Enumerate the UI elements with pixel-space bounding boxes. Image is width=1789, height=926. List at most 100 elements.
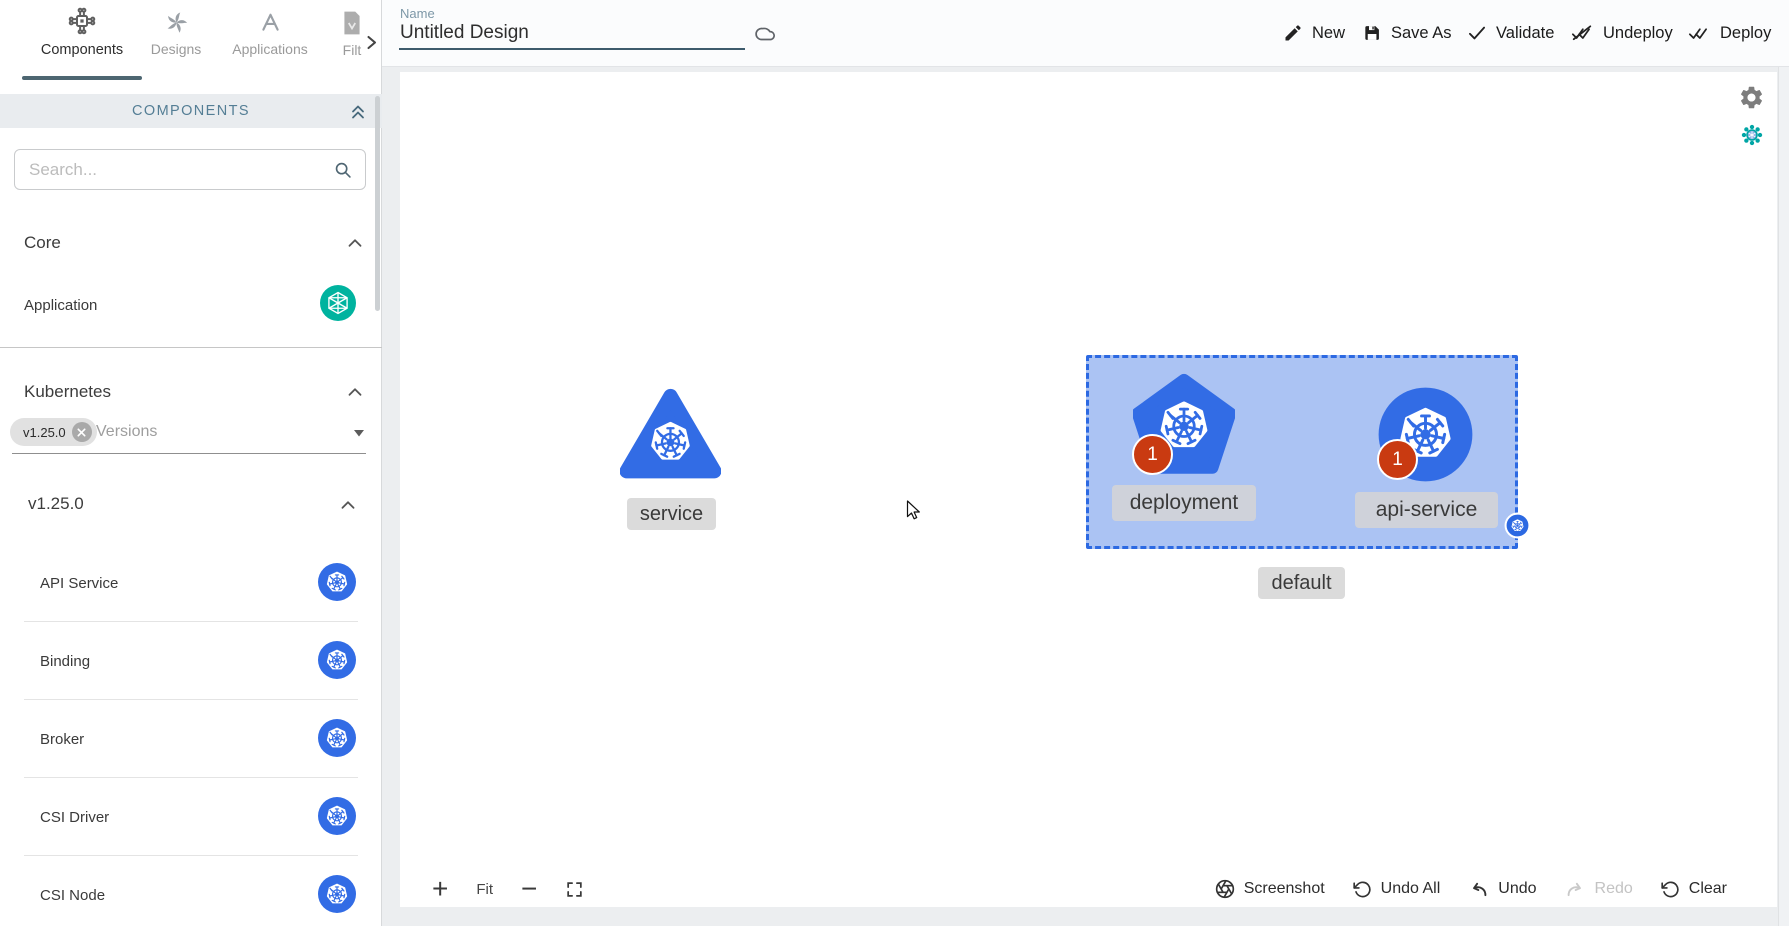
tab-components[interactable]: Components (22, 6, 142, 58)
version-chip[interactable]: v1.25.0 (10, 418, 97, 446)
clear-button[interactable]: Clear (1661, 880, 1727, 899)
screenshot-button-label: Screenshot (1244, 880, 1325, 898)
group-default-label: default (1258, 567, 1345, 599)
validate-button[interactable]: Validate (1467, 14, 1554, 52)
undo-button[interactable]: Undo (1468, 880, 1536, 899)
version-chip-label: v1.25.0 (23, 425, 66, 440)
kubernetes-context-icon[interactable] (1739, 122, 1765, 148)
tab-applications-label: Applications (232, 41, 308, 57)
list-divider (24, 777, 358, 778)
kubernetes-section-title: Kubernetes (24, 382, 111, 402)
zoom-toolbar: + Fit − (432, 872, 584, 906)
components-icon (67, 6, 97, 36)
design-name-input[interactable] (399, 22, 745, 50)
fit-view-button[interactable]: Fit (476, 881, 493, 898)
design-canvas[interactable]: service 1 deployment 1 api-service (400, 72, 1777, 907)
versions-select-underline (12, 453, 366, 454)
fullscreen-icon[interactable] (565, 880, 584, 899)
search-icon[interactable] (333, 160, 353, 180)
cloud-sync-icon (752, 21, 778, 45)
zoom-out-button[interactable]: − (521, 875, 537, 903)
node-service-label: service (627, 498, 716, 530)
versions-dropdown-arrow-icon[interactable] (352, 428, 366, 438)
component-item-binding[interactable]: Binding (0, 634, 382, 688)
versions-placeholder[interactable]: Versions (96, 423, 157, 441)
kubernetes-component-icon (318, 563, 356, 601)
deploy-button-label: Deploy (1720, 24, 1771, 43)
version-group-title: v1.25.0 (28, 494, 84, 514)
undeploy-button-label: Undeploy (1603, 24, 1673, 43)
component-item-application[interactable]: Application (0, 282, 382, 330)
version-chip-remove-icon[interactable] (72, 422, 92, 442)
kubernetes-component-icon (318, 875, 356, 913)
search-input[interactable] (15, 160, 333, 180)
redo-button[interactable]: Redo (1565, 880, 1633, 899)
clear-restore-icon (1661, 880, 1680, 899)
collapse-panel-icon[interactable] (348, 101, 368, 121)
tab-filters-label: Filt (343, 42, 362, 58)
double-check-slash-icon (1570, 23, 1594, 43)
panel-title: COMPONENTS (132, 103, 250, 119)
list-divider (24, 621, 358, 622)
undo-all-button-label: Undo All (1381, 880, 1441, 898)
name-field-label: Name (400, 6, 435, 21)
kubernetes-component-icon (318, 641, 356, 679)
component-item-label: Application (24, 297, 97, 314)
history-toolbar: Screenshot Undo All Un (1215, 872, 1727, 906)
tab-designs-label: Designs (151, 41, 202, 57)
list-divider (24, 699, 358, 700)
deploy-button[interactable]: Deploy (1687, 14, 1771, 52)
canvas-settings-gear-icon[interactable] (1738, 84, 1765, 111)
tab-designs[interactable]: Designs (146, 10, 206, 57)
component-item-label: Broker (40, 731, 84, 748)
node-api-service-label: api-service (1355, 492, 1498, 528)
undo-arrow-icon (1468, 880, 1489, 899)
undo-all-button[interactable]: Undo All (1353, 880, 1441, 899)
node-service[interactable] (620, 388, 721, 480)
component-item-csi-node[interactable]: CSI Node (0, 868, 382, 922)
sidebar-scrollbar[interactable] (375, 96, 380, 311)
group-kubernetes-handle-icon[interactable] (1504, 512, 1531, 539)
meshery-application-icon (320, 285, 356, 321)
node-deployment-badge: 1 (1132, 434, 1173, 475)
save-as-button[interactable]: Save As (1362, 14, 1452, 52)
filters-icon (341, 10, 363, 36)
redo-arrow-icon (1565, 880, 1586, 899)
core-collapse-chevron-icon[interactable] (344, 232, 366, 254)
list-divider (24, 855, 358, 856)
double-check-icon (1687, 23, 1711, 43)
components-sidebar: Components Designs (0, 0, 382, 926)
component-item-csi-driver[interactable]: CSI Driver (0, 790, 382, 844)
tab-applications[interactable]: Applications (228, 10, 312, 57)
tabs-overflow-chevron-right-icon[interactable] (364, 34, 379, 51)
save-as-button-label: Save As (1391, 24, 1452, 43)
component-item-label: Binding (40, 653, 90, 670)
mouse-cursor (906, 500, 923, 522)
designs-icon (164, 10, 189, 35)
search-box (14, 149, 366, 190)
undeploy-button[interactable]: Undeploy (1570, 14, 1673, 52)
rotate-ccw-icon (1353, 880, 1372, 899)
active-tab-underline (22, 76, 142, 80)
kubernetes-component-icon (318, 719, 356, 757)
version-group-collapse-chevron-icon[interactable] (337, 494, 359, 516)
kubernetes-collapse-chevron-icon[interactable] (344, 381, 366, 403)
zoom-in-button[interactable]: + (432, 875, 448, 903)
applications-icon (258, 10, 283, 35)
page-scrollbar-track[interactable] (1778, 67, 1789, 926)
redo-button-label: Redo (1595, 880, 1633, 898)
section-divider (0, 347, 382, 348)
clear-button-label: Clear (1689, 880, 1727, 898)
component-item-label: CSI Driver (40, 809, 109, 826)
component-item-broker[interactable]: Broker (0, 712, 382, 766)
screenshot-button[interactable]: Screenshot (1215, 879, 1325, 899)
new-button[interactable]: New (1283, 14, 1345, 52)
floppy-disk-icon (1362, 23, 1382, 43)
component-item-api-service[interactable]: API Service (0, 556, 382, 610)
component-item-label: CSI Node (40, 887, 105, 904)
shutter-icon (1215, 879, 1235, 899)
new-button-label: New (1312, 24, 1345, 43)
design-header: Name New (382, 0, 1789, 67)
component-item-label: API Service (40, 575, 118, 592)
core-section-title: Core (24, 233, 61, 253)
